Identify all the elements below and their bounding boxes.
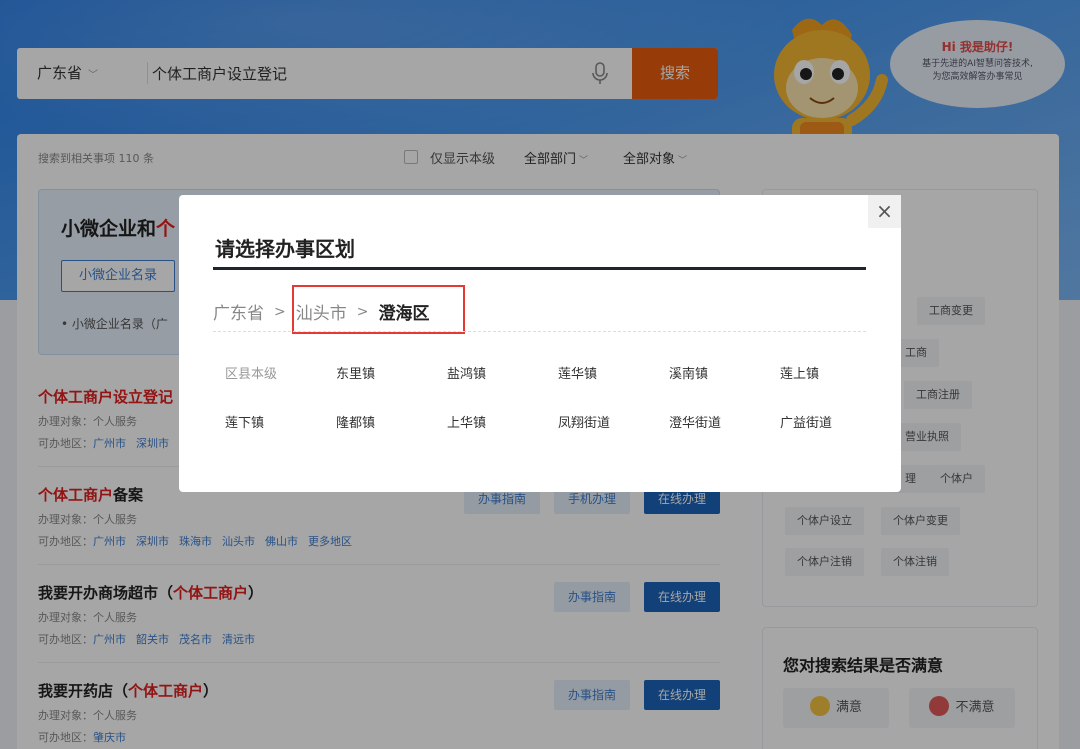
town-option[interactable]: 莲华镇 [558,363,669,382]
town-option[interactable]: 凤翔街道 [558,412,669,431]
breadcrumb-province[interactable]: 广东省 [213,299,264,324]
chevron-right-icon: > [274,303,286,320]
town-option[interactable]: 盐鸿镇 [447,363,558,382]
town-option[interactable]: 溪南镇 [669,363,780,382]
dialog-title: 请选择办事区划 [215,237,355,261]
highlight-box [292,285,465,334]
town-option[interactable]: 隆都镇 [336,412,447,431]
region-select-dialog: × 请选择办事区划 广东省 > 汕头市 > 澄海区 区县本级 东里镇 盐鸿镇 莲… [179,195,901,492]
title-underline [213,267,866,270]
town-option[interactable]: 上华镇 [447,412,558,431]
town-option[interactable]: 莲上镇 [780,363,891,382]
town-option[interactable]: 莲下镇 [225,412,336,431]
divider [213,331,866,332]
close-icon[interactable]: × [868,195,901,228]
town-option[interactable]: 广益街道 [780,412,891,431]
town-option[interactable]: 澄华街道 [669,412,780,431]
town-option[interactable]: 东里镇 [336,363,447,382]
town-option-district-level[interactable]: 区县本级 [225,363,336,382]
